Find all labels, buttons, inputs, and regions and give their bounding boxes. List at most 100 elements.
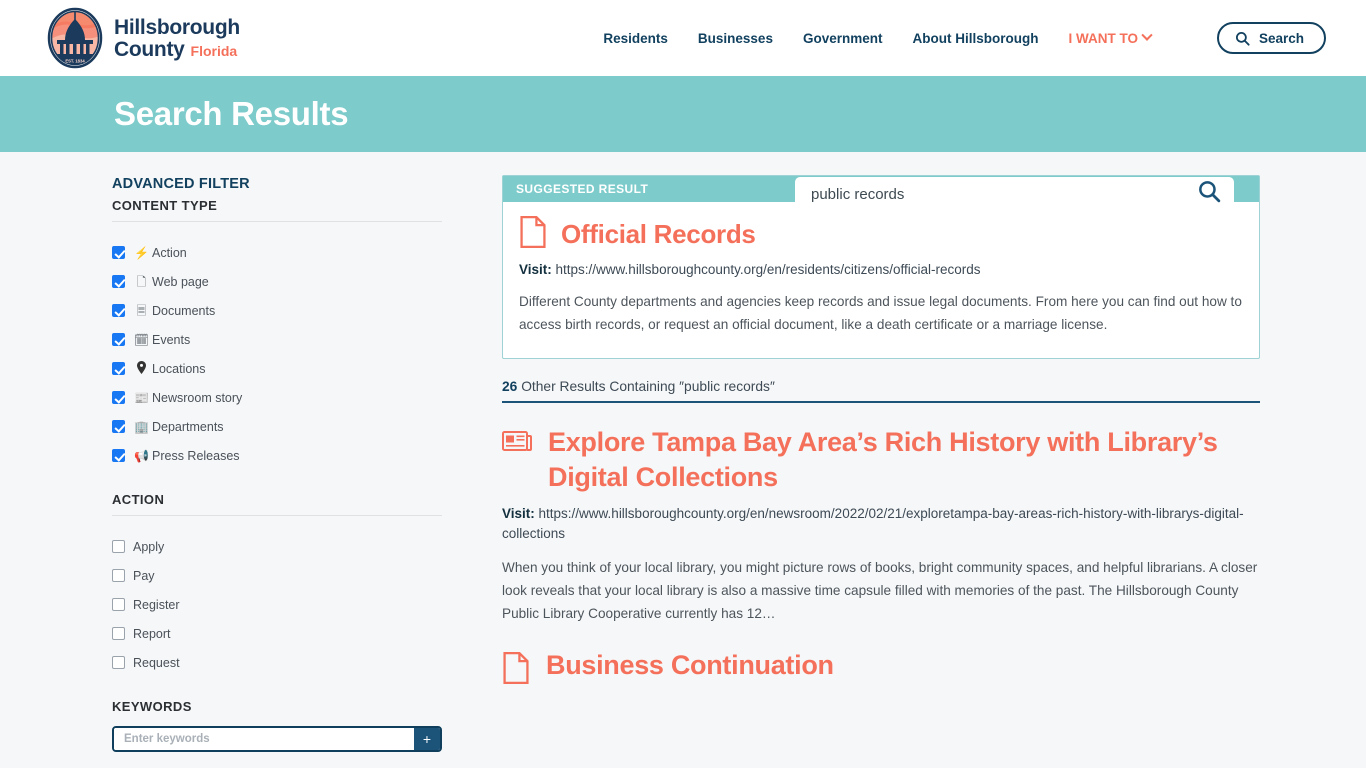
search-input[interactable] [809, 184, 1197, 204]
nav-item-i-want-to[interactable]: I WANT TO [1068, 29, 1153, 46]
filter-label: Events [152, 332, 191, 347]
newspaper-icon: 📰 [134, 390, 149, 405]
nav-item-residents[interactable]: Residents [603, 31, 668, 46]
filter-action-apply[interactable]: Apply [112, 532, 447, 561]
suggested-result-url[interactable]: https://www.hillsboroughcounty.org/en/re… [556, 262, 981, 277]
content-type-header: CONTENT TYPE [112, 198, 442, 222]
page-icon [519, 216, 547, 252]
search-icon [1235, 31, 1250, 46]
sidebar-title: ADVANCED FILTER [112, 176, 250, 192]
pdf-icon: 🗏 [136, 303, 147, 318]
checkbox[interactable] [112, 449, 125, 462]
filter-label: Web page [152, 274, 209, 289]
suggested-result-title[interactable]: Official Records [561, 219, 756, 250]
checkbox[interactable] [112, 333, 125, 346]
keywords-add-button[interactable]: + [414, 728, 440, 750]
checkbox[interactable] [112, 420, 125, 433]
filter-content-type-newsroom-story[interactable]: 📰 Newsroom story [112, 383, 447, 412]
main-navigation: Residents Businesses Government About Hi… [603, 22, 1326, 54]
checkbox[interactable] [112, 540, 125, 553]
filter-label: Register [133, 597, 180, 612]
suggested-result-title-row[interactable]: Official Records [519, 216, 1243, 252]
page-title: Search Results [114, 95, 349, 132]
header-search-label: Search [1258, 30, 1304, 46]
filter-content-type-web-page[interactable]: 🗋 Web page [112, 267, 447, 296]
filter-label: Departments [152, 419, 224, 434]
result-snippet: When you think of your local library, yo… [502, 559, 1258, 622]
keywords-input-group[interactable]: + [112, 726, 442, 752]
filter-action-report[interactable]: Report [112, 619, 447, 648]
logo-state: Florida [190, 42, 238, 59]
filter-label: Newsroom story [152, 390, 243, 405]
newspaper-icon [502, 429, 532, 458]
logo-line-1: Hillsborough [114, 15, 240, 39]
nav-item-about-hillsborough[interactable]: About Hillsborough [912, 31, 1038, 46]
filter-label: Action [152, 245, 187, 260]
filter-content-type-locations[interactable]: Locations [112, 354, 447, 383]
result-title[interactable]: Explore Tampa Bay Area’s Rich History wi… [548, 425, 1260, 494]
nav-item-i-want-to-label: I WANT TO [1068, 30, 1138, 46]
keywords-input[interactable] [114, 728, 414, 750]
hero-search-submit[interactable] [1197, 179, 1222, 209]
result-title-row[interactable]: Explore Tampa Bay Area’s Rich History wi… [502, 425, 1260, 494]
checkbox[interactable] [112, 569, 125, 582]
filter-label: Documents [152, 303, 216, 318]
filter-label: Report [133, 626, 171, 641]
site-header: EST. 1834 Hillsborough County Florida Re… [0, 0, 1366, 76]
map-pin-icon [133, 361, 150, 376]
visit-label: Visit: [519, 262, 552, 277]
checkbox[interactable] [112, 598, 125, 611]
search-results-main: SUGGESTED RESULT Official Records Visit:… [447, 152, 1366, 768]
visit-label: Visit: [502, 506, 535, 522]
result-title[interactable]: Business Continuation [546, 648, 834, 683]
calendar-icon: 🗓 [133, 332, 150, 347]
checkbox[interactable] [112, 627, 125, 640]
suggested-result-snippet: Different County departments and agencie… [519, 293, 1242, 332]
search-icon [1199, 181, 1221, 203]
checkbox[interactable] [112, 362, 125, 375]
checkbox[interactable] [112, 246, 125, 259]
filter-label: Press Releases [152, 448, 240, 463]
result-url-line: Visit: https://www.hillsboroughcounty.or… [502, 504, 1260, 543]
page-hero: Search Results [0, 76, 1366, 211]
filter-content-type-documents[interactable]: 🗏 Documents [112, 296, 447, 325]
filter-action-pay[interactable]: Pay [112, 561, 447, 590]
filter-action-request[interactable]: Request [112, 648, 447, 677]
results-count-text: Other Results Containing ″public records… [517, 379, 775, 395]
checkbox[interactable] [112, 391, 125, 404]
result-url[interactable]: https://www.hillsboroughcounty.org/en/ne… [502, 506, 1244, 541]
megaphone-icon: 📢 [134, 448, 149, 463]
building-icon: 🏢 [134, 419, 149, 434]
page-icon: 🗋 [136, 274, 147, 289]
filter-action-register[interactable]: Register [112, 590, 447, 619]
nav-item-businesses[interactable]: Businesses [698, 31, 773, 46]
filter-content-type-action[interactable]: ⚡ Action [112, 238, 447, 267]
hero-search-box[interactable] [795, 177, 1234, 211]
search-result-item: Explore Tampa Bay Area’s Rich History wi… [502, 425, 1260, 625]
filter-content-type-press-releases[interactable]: 📢 Press Releases [112, 441, 447, 470]
chevron-down-icon [1141, 29, 1153, 41]
search-result-item: Business Continuation [502, 648, 1260, 689]
bolt-icon: ⚡ [134, 245, 149, 260]
filter-content-type-events[interactable]: 🗓 Events [112, 325, 447, 354]
filter-label: Request [133, 655, 180, 670]
result-title-row[interactable]: Business Continuation [502, 648, 1260, 689]
logo-line-2: County [114, 37, 185, 61]
filter-label: Apply [133, 539, 165, 554]
filter-content-type-departments[interactable]: 🏢 Departments [112, 412, 447, 441]
seal-est-text: EST. 1834 [65, 59, 85, 64]
content-type-filter-list: ⚡ Action 🗋 Web page 🗏 Documents 🗓 Events [112, 238, 447, 470]
nav-item-government[interactable]: Government [803, 31, 883, 46]
filter-label: Pay [133, 568, 155, 583]
results-count-number: 26 [502, 379, 518, 395]
checkbox[interactable] [112, 656, 125, 669]
checkbox[interactable] [112, 304, 125, 317]
checkbox[interactable] [112, 275, 125, 288]
site-logo[interactable]: EST. 1834 Hillsborough County Florida [46, 7, 240, 69]
advanced-filter-sidebar: ADVANCED FILTER CONTENT TYPE ⚡ Action 🗋 … [0, 152, 447, 768]
page-icon [502, 651, 530, 689]
filter-label: Locations [152, 361, 206, 376]
page-body: ADVANCED FILTER CONTENT TYPE ⚡ Action 🗋 … [0, 152, 1366, 768]
suggested-result-url-line: Visit: https://www.hillsboroughcounty.or… [519, 260, 1243, 280]
header-search-button[interactable]: Search [1216, 22, 1326, 54]
